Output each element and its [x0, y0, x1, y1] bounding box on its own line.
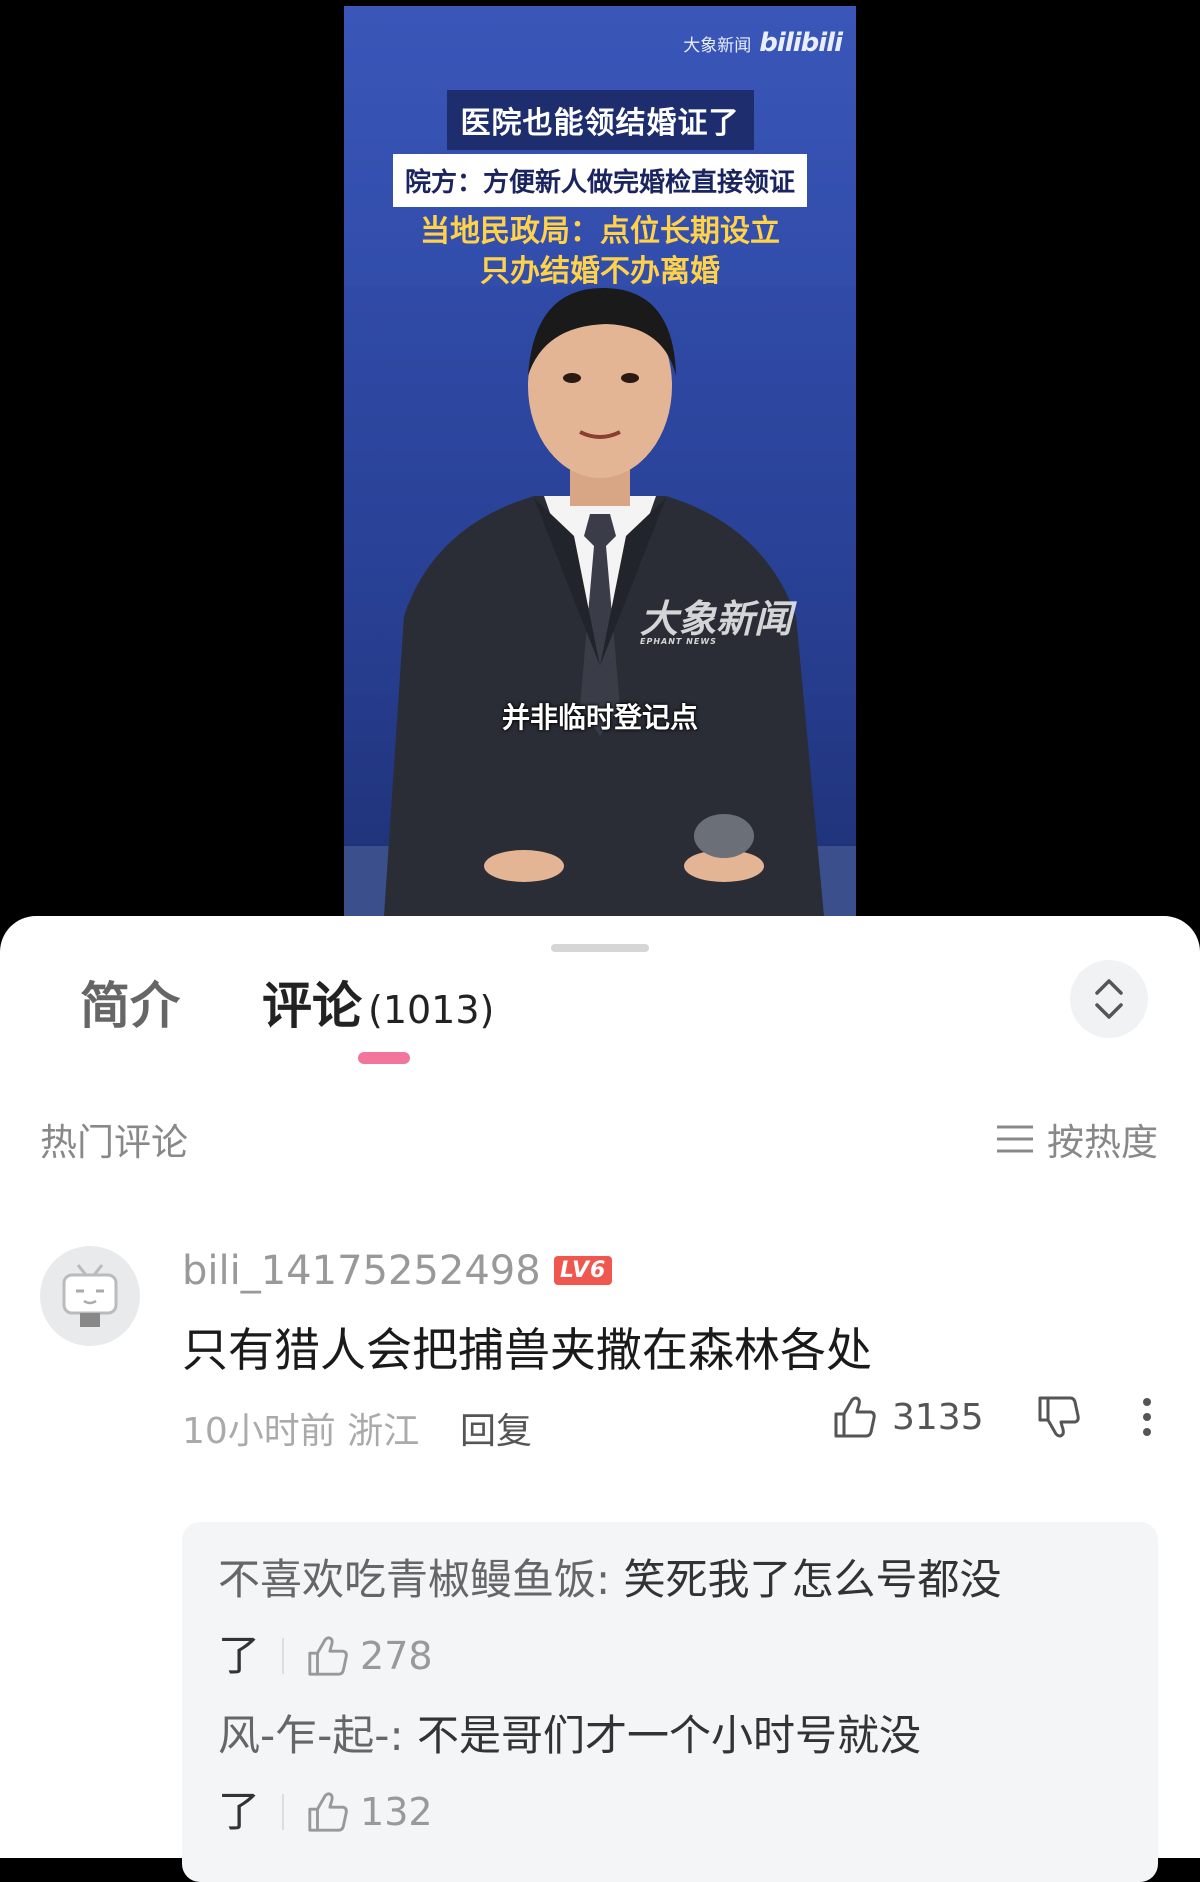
comment-username[interactable]: bili_14175252498 — [182, 1248, 541, 1294]
sort-lines-icon — [997, 1125, 1033, 1153]
reply-button[interactable]: 回复 — [460, 1402, 532, 1454]
sort-label: 按热度 — [1047, 1121, 1158, 1164]
comment-sheet: 简介 评论 (1013) 热门评论 按热度 bili_14175252498 L… — [0, 916, 1200, 1882]
video-caption: 并非临时登记点 — [501, 701, 698, 734]
reply-item[interactable]: 风-乍-起-: 不是哥们才一个小时号就没 了 132 — [218, 1698, 1078, 1850]
sheet-drag-handle[interactable] — [551, 944, 649, 952]
reply-item[interactable]: 不喜欢吃青椒鳗鱼饭: 笑死我了怎么号都没 了 278 — [218, 1542, 1078, 1694]
comments-count: (1013) — [368, 988, 495, 1032]
headline-primary-text: 医院也能领结婚证了 — [446, 90, 754, 150]
reply-text-tail: 了 — [218, 1787, 261, 1836]
tab-comments[interactable]: 评论 (1013) — [262, 966, 494, 1038]
headline-secondary: 院方：方便新人做完婚检直接领证 — [344, 154, 856, 207]
thumbs-up-icon — [308, 1636, 348, 1676]
video-brand: 大象新闻 bilibili — [683, 28, 843, 58]
reply-text: 笑死我了怎么号都没 — [610, 1555, 1002, 1604]
video-player[interactable]: 大象新闻 bilibili 医院也能领结婚证了 院方：方便新人做完婚检直接领证 … — [344, 6, 856, 916]
chevron-up-down-icon — [1095, 979, 1123, 1019]
bilibili-tv-avatar-icon — [62, 1264, 118, 1327]
headline-primary: 医院也能领结婚证了 — [344, 90, 856, 150]
video-watermark: 大象新闻 EPHANT NEWS — [640, 597, 793, 646]
dislike-button[interactable] — [1036, 1394, 1082, 1444]
hot-comments-label: 热门评论 — [40, 1121, 188, 1164]
user-level-badge: LV6 — [554, 1256, 613, 1285]
sort-button[interactable]: 按热度 — [995, 1112, 1158, 1166]
replies-box[interactable]: 不喜欢吃青椒鳗鱼饭: 笑死我了怎么号都没 了 278 风-乍-起-: 不是哥们才… — [182, 1522, 1158, 1882]
headline-tertiary-line1: 当地民政局：点位长期设立 — [420, 214, 780, 249]
more-vertical-icon — [1143, 1398, 1151, 1436]
reply-author[interactable]: 不喜欢吃青椒鳗鱼饭: — [218, 1555, 610, 1604]
thumbs-down-icon — [1038, 1396, 1080, 1438]
reply-text-tail: 了 — [218, 1631, 261, 1680]
like-count: 3135 — [892, 1396, 984, 1438]
reply-like-button[interactable]: 278 — [306, 1618, 433, 1694]
like-button[interactable]: 3135 — [832, 1394, 984, 1440]
reply-like-count: 132 — [360, 1790, 433, 1834]
divider — [282, 1794, 285, 1830]
thumbs-up-icon — [834, 1396, 876, 1438]
tab-intro[interactable]: 简介 — [80, 966, 180, 1038]
avatar[interactable] — [40, 1246, 140, 1346]
headline-tertiary: 当地民政局：点位长期设立 只办结婚不办离婚 — [344, 212, 856, 292]
divider — [282, 1638, 285, 1674]
expand-collapse-button[interactable] — [1070, 960, 1148, 1038]
comment-text: 只有猎人会把捕兽夹撒在森林各处 — [182, 1323, 872, 1377]
tab-comments-label: 评论 — [262, 977, 362, 1035]
headline-secondary-text: 院方：方便新人做完婚检直接领证 — [392, 154, 807, 207]
reply-like-count: 278 — [360, 1634, 433, 1678]
brand-text: 大象新闻 — [683, 35, 752, 56]
reply-like-button[interactable]: 132 — [306, 1774, 433, 1850]
thumbs-up-icon — [308, 1792, 348, 1832]
bilibili-logo: bilibili — [759, 28, 843, 58]
tab-active-indicator — [358, 1052, 410, 1064]
reply-author[interactable]: 风-乍-起-: — [218, 1711, 404, 1760]
more-options-button[interactable] — [1140, 1394, 1154, 1444]
comment-time-location: 10小时前 浙江 — [182, 1411, 420, 1452]
reply-text: 不是哥们才一个小时号就没 — [403, 1711, 921, 1760]
